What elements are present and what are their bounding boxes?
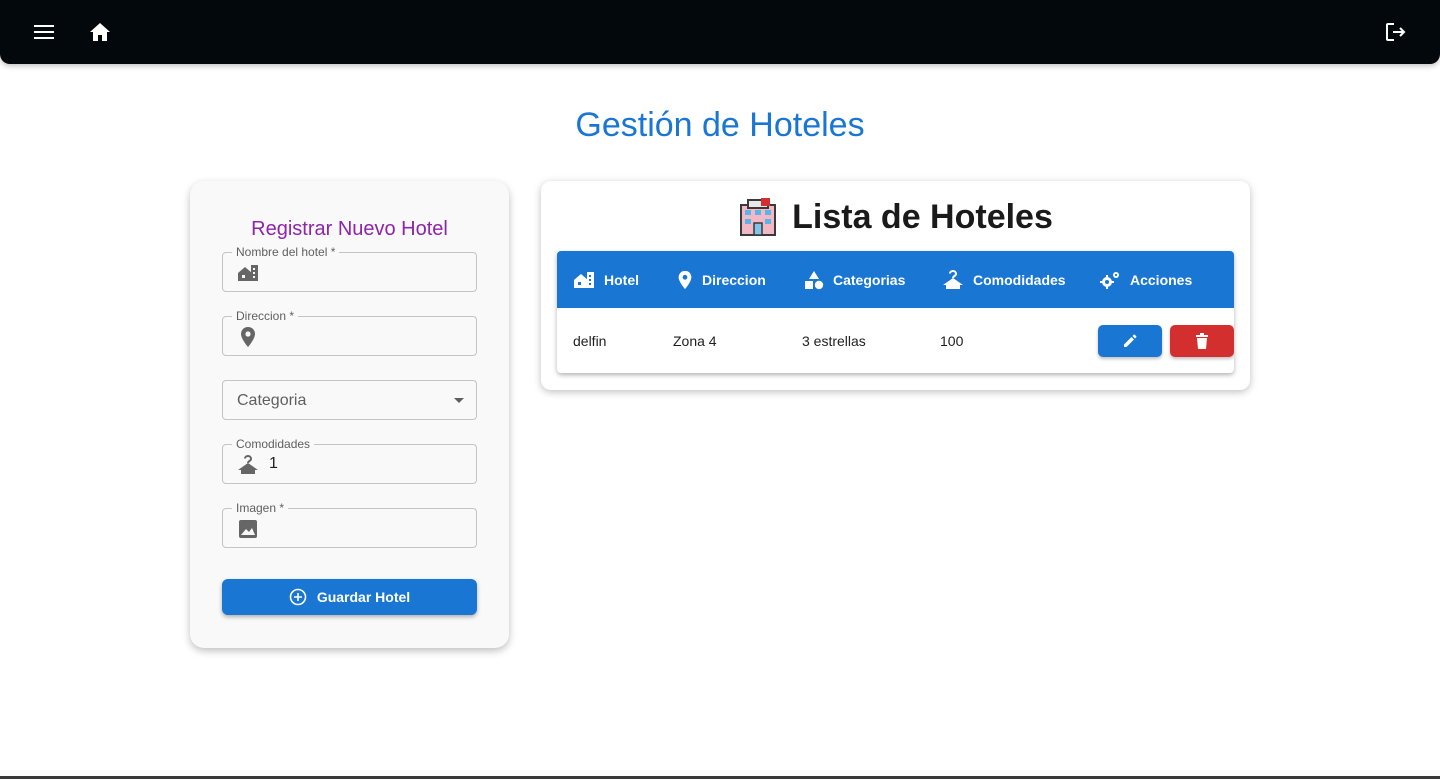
list-title-text: Lista de Hoteles (792, 197, 1053, 236)
logout-button[interactable] (1380, 16, 1412, 48)
cell-categoria: 3 estrellas (802, 332, 866, 349)
add-circle-icon (289, 588, 307, 606)
amenities-value: 1 (269, 455, 278, 472)
cell-direccion: Zona 4 (673, 332, 717, 349)
hotel-name-field[interactable]: Nombre del hotel * (222, 244, 477, 292)
menu-button[interactable] (28, 16, 60, 48)
edit-pencil-icon (1124, 334, 1137, 347)
logout-icon (1386, 23, 1406, 41)
delete-hotel-button[interactable] (1170, 325, 1234, 357)
home-button[interactable] (84, 16, 116, 48)
location-pin-icon (678, 270, 692, 289)
image-label: Imagen * (232, 500, 289, 516)
image-field[interactable]: Imagen * (222, 500, 477, 548)
amenities-field[interactable]: Comodidades 1 (222, 436, 477, 484)
cell-hotel: delfin (573, 332, 607, 349)
cell-comodidades: 100 (940, 332, 964, 349)
category-placeholder: Categoria (237, 392, 307, 409)
edit-hotel-button[interactable] (1098, 325, 1162, 357)
hanger-icon (943, 269, 963, 289)
table-row: delfin Zona 4 3 estrellas 100 (557, 308, 1234, 373)
column-header-categorias: Categorias (804, 251, 905, 308)
hotel-list-card: Lista de Hoteles Hotel Direccion Categor… (541, 181, 1250, 390)
settings-gears-icon (1100, 271, 1119, 289)
address-label: Direccion * (232, 308, 299, 324)
category-select[interactable]: Categoria (222, 380, 477, 420)
hotel-name-label: Nombre del hotel * (232, 244, 340, 260)
delete-trash-icon (1196, 333, 1208, 349)
column-label-acciones: Acciones (1130, 271, 1193, 288)
image-icon (237, 518, 259, 540)
hotel-emoji-icon (738, 197, 778, 237)
column-header-comodidades: Comodidades (942, 251, 1066, 308)
amenities-label: Comodidades (232, 436, 315, 452)
column-label-hotel: Hotel (604, 271, 639, 288)
category-shapes-icon (805, 270, 824, 289)
table-header: Hotel Direccion Categorias Comodidades A… (557, 251, 1234, 308)
home-icon (90, 23, 110, 41)
column-label-comodidades: Comodidades (973, 271, 1066, 288)
form-title: Registrar Nuevo Hotel (251, 218, 448, 240)
register-hotel-form: Registrar Nuevo Hotel Nombre del hotel *… (190, 181, 509, 648)
chevron-down-icon (454, 398, 464, 403)
hanger-icon (237, 454, 259, 476)
column-header-hotel: Hotel (573, 251, 639, 308)
list-title: Lista de Hoteles (541, 197, 1250, 237)
hotels-table: Hotel Direccion Categorias Comodidades A… (557, 251, 1234, 373)
column-header-acciones: Acciones (1099, 251, 1192, 308)
page-title: Gestión de Hoteles (575, 106, 865, 144)
location-pin-icon (237, 326, 259, 348)
hotel-building-icon (237, 262, 259, 284)
menu-icon (34, 25, 54, 39)
hotel-building-icon (574, 271, 594, 288)
column-header-direccion: Direccion (677, 251, 766, 308)
column-label-direccion: Direccion (702, 271, 766, 288)
app-bar (0, 0, 1440, 64)
save-hotel-button[interactable]: Guardar Hotel (222, 579, 477, 615)
save-hotel-label: Guardar Hotel (316, 589, 411, 605)
column-label-categorias: Categorias (833, 271, 906, 288)
address-field[interactable]: Direccion * (222, 308, 477, 356)
